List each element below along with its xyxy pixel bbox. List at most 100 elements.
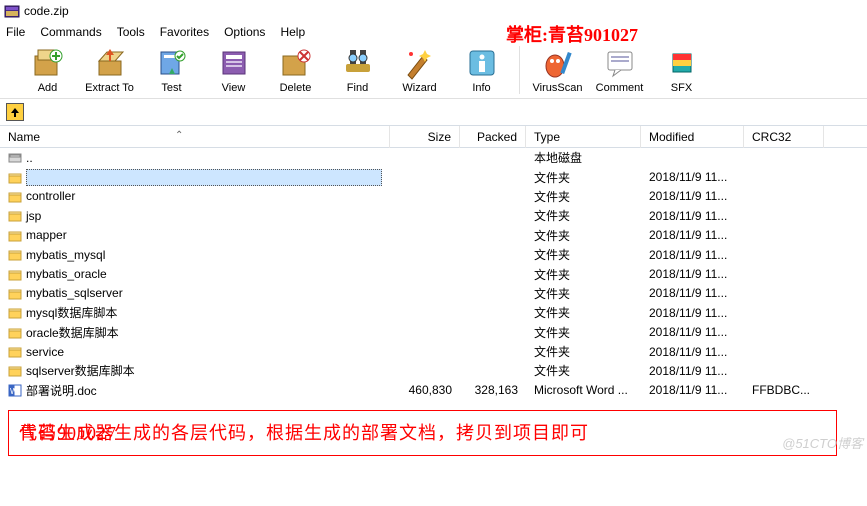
menu-help[interactable]: Help: [280, 25, 305, 39]
tool-sfx[interactable]: SFX: [653, 46, 710, 94]
menu-favorites[interactable]: Favorites: [160, 25, 209, 39]
file-type: 文件夹: [526, 361, 641, 380]
tool-label: Add: [38, 82, 58, 94]
tool-view[interactable]: View: [205, 46, 262, 94]
tool-label: Extract To: [85, 82, 134, 94]
col-packed[interactable]: Packed: [460, 126, 526, 148]
file-type: 文件夹: [526, 206, 641, 225]
file-size: [390, 234, 460, 236]
find-icon: [341, 46, 375, 80]
nav-row: [0, 99, 867, 126]
file-type: 文件夹: [526, 303, 641, 322]
table-row[interactable]: mybatis_oracle文件夹2018/11/9 11...: [0, 264, 867, 283]
tool-label: Delete: [280, 82, 312, 94]
file-modified: 2018/11/9 11...: [641, 285, 744, 301]
col-name[interactable]: Name⌃: [0, 126, 390, 148]
table-row[interactable]: ..本地磁盘: [0, 148, 867, 167]
file-crc: FFBDBC...: [744, 382, 824, 398]
sort-asc-icon: ⌃: [175, 130, 183, 141]
table-row[interactable]: mysql数据库脚本文件夹2018/11/9 11...: [0, 303, 867, 322]
file-size: 460,830: [390, 382, 460, 398]
view-icon: [217, 46, 251, 80]
column-header[interactable]: Name⌃ Size Packed Type Modified CRC32: [0, 126, 867, 148]
annotation-bottom: 掌柜: 青苔901027 代码生成器生成的各层代码，根据生成的部署文档，拷贝到项…: [8, 410, 837, 456]
tool-wizard[interactable]: Wizard: [391, 46, 448, 94]
file-size: [390, 312, 460, 314]
file-name: 部署说明.doc: [26, 382, 97, 399]
file-packed: 328,163: [460, 382, 526, 398]
file-crc: [744, 312, 824, 314]
toolbar: Add Extract To Test View Delete Find Wizard Inf…: [0, 42, 867, 99]
file-type: 文件夹: [526, 265, 641, 284]
file-packed: [460, 370, 526, 372]
comment-icon: [603, 46, 637, 80]
file-type: 文件夹: [526, 323, 641, 342]
table-row[interactable]: 文件夹2018/11/9 11...: [0, 167, 867, 186]
delete-icon: [279, 46, 313, 80]
file-modified: 2018/11/9 11...: [641, 363, 744, 379]
table-row[interactable]: mybatis_sqlserver文件夹2018/11/9 11...: [0, 284, 867, 303]
file-packed: [460, 215, 526, 217]
file-type: 文件夹: [526, 284, 641, 303]
file-modified: 2018/11/9 11...: [641, 169, 744, 185]
tool-comment[interactable]: Comment: [591, 46, 648, 94]
file-size: [390, 351, 460, 353]
file-name: mysql数据库脚本: [26, 304, 117, 321]
col-size[interactable]: Size: [390, 126, 460, 148]
file-crc: [744, 234, 824, 236]
file-modified: 2018/11/9 11...: [641, 188, 744, 204]
file-size: [390, 215, 460, 217]
file-modified: 2018/11/9 11...: [641, 382, 744, 398]
tool-add[interactable]: Add: [19, 46, 76, 94]
tool-delete[interactable]: Delete: [267, 46, 324, 94]
col-type[interactable]: Type: [526, 126, 641, 148]
tool-label: Wizard: [402, 82, 436, 94]
menu-bar: File Commands Tools Favorites Options He…: [0, 22, 867, 42]
file-crc: [744, 215, 824, 217]
test-icon: [155, 46, 189, 80]
file-size: [390, 370, 460, 372]
table-row[interactable]: sqlserver数据库脚本文件夹2018/11/9 11...: [0, 361, 867, 380]
tool-label: Info: [472, 82, 490, 94]
file-crc: [744, 370, 824, 372]
menu-tools[interactable]: Tools: [117, 25, 145, 39]
file-modified: 2018/11/9 11...: [641, 227, 744, 243]
file-type: 文件夹: [526, 342, 641, 361]
file-name: mapper: [26, 228, 67, 242]
tool-info[interactable]: Info: [453, 46, 510, 94]
file-modified: [641, 157, 744, 159]
tool-label: View: [222, 82, 246, 94]
file-packed: [460, 195, 526, 197]
extract-icon: [93, 46, 127, 80]
file-crc: [744, 195, 824, 197]
col-crc[interactable]: CRC32: [744, 126, 824, 148]
tool-extract[interactable]: Extract To: [81, 46, 138, 94]
tool-test[interactable]: Test: [143, 46, 200, 94]
col-modified[interactable]: Modified: [641, 126, 744, 148]
info-icon: [465, 46, 499, 80]
table-row[interactable]: mybatis_mysql文件夹2018/11/9 11...: [0, 245, 867, 264]
tool-label: SFX: [671, 82, 692, 94]
winrar-icon: [4, 3, 20, 19]
menu-commands[interactable]: Commands: [40, 25, 101, 39]
table-row[interactable]: mapper文件夹2018/11/9 11...: [0, 226, 867, 245]
table-row[interactable]: controller文件夹2018/11/9 11...: [0, 187, 867, 206]
menu-file[interactable]: File: [6, 25, 25, 39]
title-bar: code.zip: [0, 0, 867, 22]
tool-find[interactable]: Find: [329, 46, 386, 94]
up-button[interactable]: [6, 103, 24, 121]
file-size: [390, 176, 460, 178]
menu-options[interactable]: Options: [224, 25, 265, 39]
tool-scan[interactable]: VirusScan: [529, 46, 586, 94]
table-row[interactable]: jsp文件夹2018/11/9 11...: [0, 206, 867, 225]
file-name: mybatis_oracle: [26, 267, 107, 281]
file-packed: [460, 351, 526, 353]
svg-text:W: W: [10, 387, 18, 396]
table-row[interactable]: service 文件夹2018/11/9 11...: [0, 342, 867, 361]
table-row[interactable]: W部署说明.doc460,830328,163Microsoft Word ..…: [0, 381, 867, 400]
file-name: service: [26, 345, 64, 359]
file-packed: [460, 292, 526, 294]
file-modified: 2018/11/9 11...: [641, 344, 744, 360]
file-modified: 2018/11/9 11...: [641, 324, 744, 340]
table-row[interactable]: oracle数据库脚本文件夹2018/11/9 11...: [0, 323, 867, 342]
